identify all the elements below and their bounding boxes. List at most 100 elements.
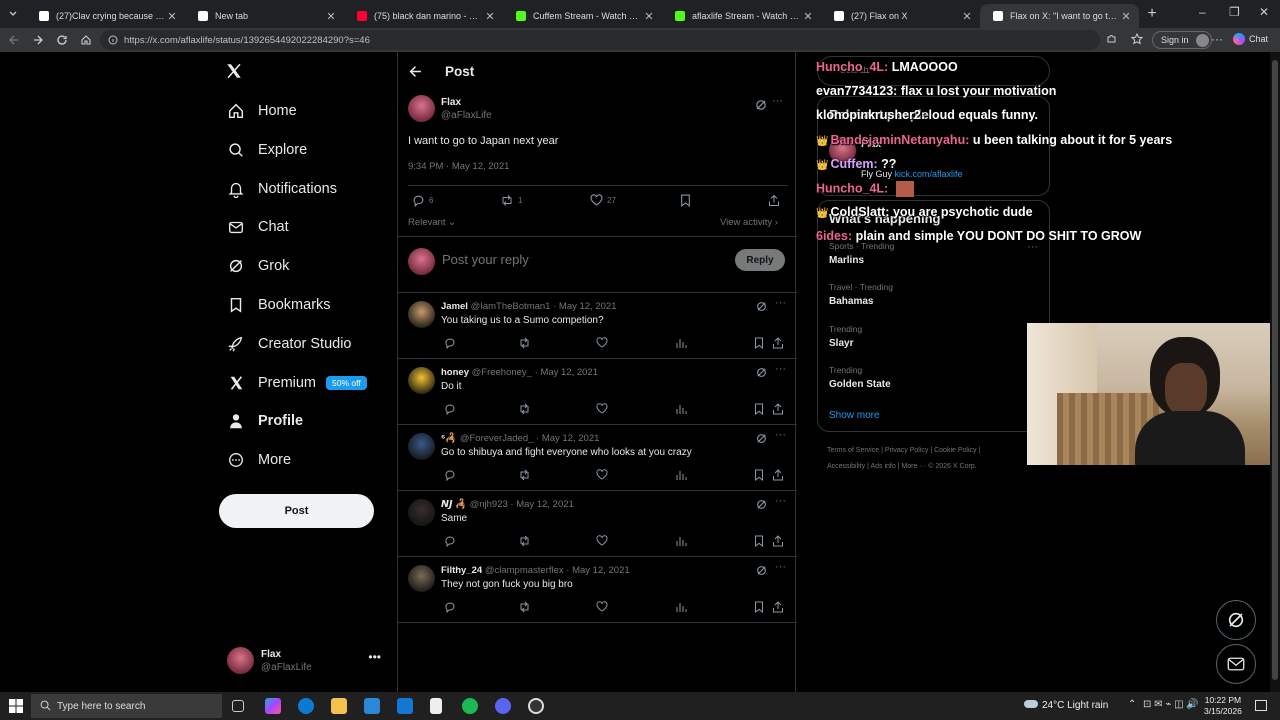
new-tab-button[interactable]: + [1139, 5, 1165, 23]
tab-search-button[interactable] [0, 0, 26, 28]
bookmark-action[interactable] [753, 337, 765, 349]
notifications-icon[interactable] [1255, 700, 1267, 711]
nav-item-grok[interactable]: Grok [227, 251, 289, 281]
reply-action[interactable] [444, 601, 456, 613]
browser-menu-button[interactable]: ··· [1211, 32, 1223, 46]
bookmark-action[interactable] [680, 194, 691, 207]
taskbar-clock[interactable]: 10:22 PM 3/15/2026 [1204, 695, 1242, 717]
heart-action[interactable] [596, 469, 608, 481]
avatar[interactable] [408, 565, 435, 592]
weather-widget[interactable]: 24°C Light rain [1024, 700, 1108, 711]
heart-action[interactable] [596, 601, 608, 613]
extensions-button[interactable] [1106, 33, 1118, 45]
browser-tab[interactable]: (75) black dan marino - YouTube✕ [344, 4, 503, 28]
avatar[interactable] [408, 301, 435, 328]
show-more-link[interactable]: Show more [829, 410, 880, 421]
mail-taskbar-icon[interactable] [397, 698, 413, 714]
grok-icon[interactable] [756, 565, 767, 576]
sign-in-button[interactable]: Sign in [1152, 31, 1212, 49]
share-action[interactable] [772, 601, 784, 613]
repost-action[interactable] [518, 535, 530, 547]
back-button[interactable] [2, 34, 26, 46]
reply-date[interactable]: May 12, 2021 [516, 499, 574, 510]
nav-item-chat[interactable]: Chat [227, 212, 289, 242]
grok-icon[interactable] [756, 433, 767, 444]
post-timestamp[interactable]: 9:34 PM · May 12, 2021 [408, 161, 509, 172]
nav-item-premium[interactable]: Premium 50% off [227, 368, 367, 398]
reply-item[interactable]: Filthy_24 @clampmasterflex · May 12, 202… [398, 557, 797, 623]
reply-item[interactable]: honey @Freehoney_ · May 12, 2021 Do it ··· [398, 359, 797, 425]
post-author-handle[interactable]: @aFlaxLife [441, 110, 492, 121]
grok-icon[interactable] [755, 99, 767, 111]
file-explorer-icon[interactable] [331, 698, 347, 714]
trend-item[interactable]: Trending Golden State [829, 365, 891, 390]
browser-tab[interactable]: aflaxlife Stream - Watch Live on K✕ [662, 4, 821, 28]
close-tab-icon[interactable]: ✕ [801, 10, 815, 23]
more-dots-icon[interactable]: ··· [775, 429, 786, 441]
grok-icon[interactable] [756, 499, 767, 510]
reply-item[interactable]: 𝙉𝙅 🦂 @njh923 · May 12, 2021 Same ··· [398, 491, 797, 557]
close-tab-icon[interactable]: ✕ [1119, 10, 1133, 23]
close-tab-icon[interactable]: ✕ [642, 10, 656, 23]
repost-action[interactable] [518, 403, 530, 415]
avatar[interactable] [408, 499, 435, 526]
start-button[interactable] [9, 699, 23, 713]
favorites-button[interactable] [1131, 33, 1143, 45]
grok-icon[interactable] [756, 367, 767, 378]
trend-item[interactable]: Travel · Trending Bahamas [829, 282, 893, 307]
views-action[interactable] [675, 337, 687, 349]
spotify-taskbar-icon[interactable] [462, 698, 478, 714]
home-button[interactable] [74, 34, 98, 46]
nav-item-profile[interactable]: Profile [227, 406, 303, 436]
bookmark-action[interactable] [753, 469, 765, 481]
bookmark-action[interactable] [753, 535, 765, 547]
close-tab-icon[interactable]: ✕ [483, 10, 497, 23]
footer-links-2[interactable]: Accessibility | Ads info | More ··· © 20… [827, 463, 977, 470]
x-logo-button[interactable] [225, 62, 243, 80]
more-dots-icon[interactable]: ··· [775, 297, 786, 309]
browser-tab[interactable]: (27)Clav crying because he got ch✕ [26, 4, 185, 28]
grok-floating-button[interactable] [1216, 600, 1256, 640]
trend-item[interactable]: Trending Slayr [829, 324, 862, 349]
browser-tab[interactable]: Cuffem Stream - Watch Live on Ki✕ [503, 4, 662, 28]
more-dots-icon[interactable]: ··· [772, 95, 783, 107]
reply-author-name[interactable]: Filthy_24 [441, 565, 482, 576]
heart-action[interactable] [596, 337, 608, 349]
store-taskbar-icon[interactable] [364, 698, 380, 714]
bio-link[interactable]: kick.com/aflaxlife [895, 169, 963, 179]
reply-date[interactable]: May 12, 2021 [559, 301, 617, 312]
reply-author-handle[interactable]: @ForeverJaded_ [460, 433, 534, 444]
reply-button[interactable]: Reply [735, 249, 785, 271]
reply-action[interactable] [444, 535, 456, 547]
repost-action[interactable] [518, 337, 530, 349]
reply-author-name[interactable]: 𝙉𝙅 🦂 [441, 499, 467, 510]
bookmark-action[interactable] [753, 403, 765, 415]
close-tab-icon[interactable]: ✕ [324, 10, 338, 23]
views-action[interactable] [675, 403, 687, 415]
back-arrow-button[interactable] [409, 65, 423, 78]
footer-links-1[interactable]: Terms of Service | Privacy Policy | Cook… [827, 447, 980, 454]
share-action[interactable] [772, 403, 784, 415]
nav-item-explore[interactable]: Explore [227, 135, 307, 165]
avatar[interactable] [408, 433, 435, 460]
obs-taskbar-icon[interactable] [528, 698, 544, 714]
trend-item[interactable]: Sports · Trending Marlins [829, 241, 894, 266]
share-action[interactable] [772, 469, 784, 481]
more-dots-icon[interactable]: ··· [775, 363, 786, 375]
nav-item-home[interactable]: Home [227, 96, 297, 126]
avatar[interactable] [408, 95, 435, 122]
browser-tab[interactable]: (27) Flax on X ✕ [821, 4, 980, 28]
heart-action[interactable] [596, 535, 608, 547]
nav-item-notifications[interactable]: Notifications [227, 174, 337, 204]
minimize-button[interactable]: – [1199, 5, 1206, 19]
browser-tab[interactable]: Flax on X: "I want to go to Japan n✕ [980, 4, 1139, 28]
avatar[interactable] [408, 367, 435, 394]
reply-author-name[interactable]: Jamel [441, 301, 468, 312]
repost-action[interactable]: 1 [500, 194, 522, 207]
reply-item[interactable]: Jamel @IamTheBotman1 · May 12, 2021 You t… [398, 293, 797, 359]
more-dots-icon[interactable]: ••• [368, 650, 381, 664]
more-dots-icon[interactable]: ··· [775, 561, 786, 573]
share-action[interactable] [772, 337, 784, 349]
reply-item[interactable]: ⁶🦂 @ForeverJaded_ · May 12, 2021 Go to sh… [398, 425, 797, 491]
reply-author-handle[interactable]: @IamTheBotman1 [471, 301, 551, 312]
